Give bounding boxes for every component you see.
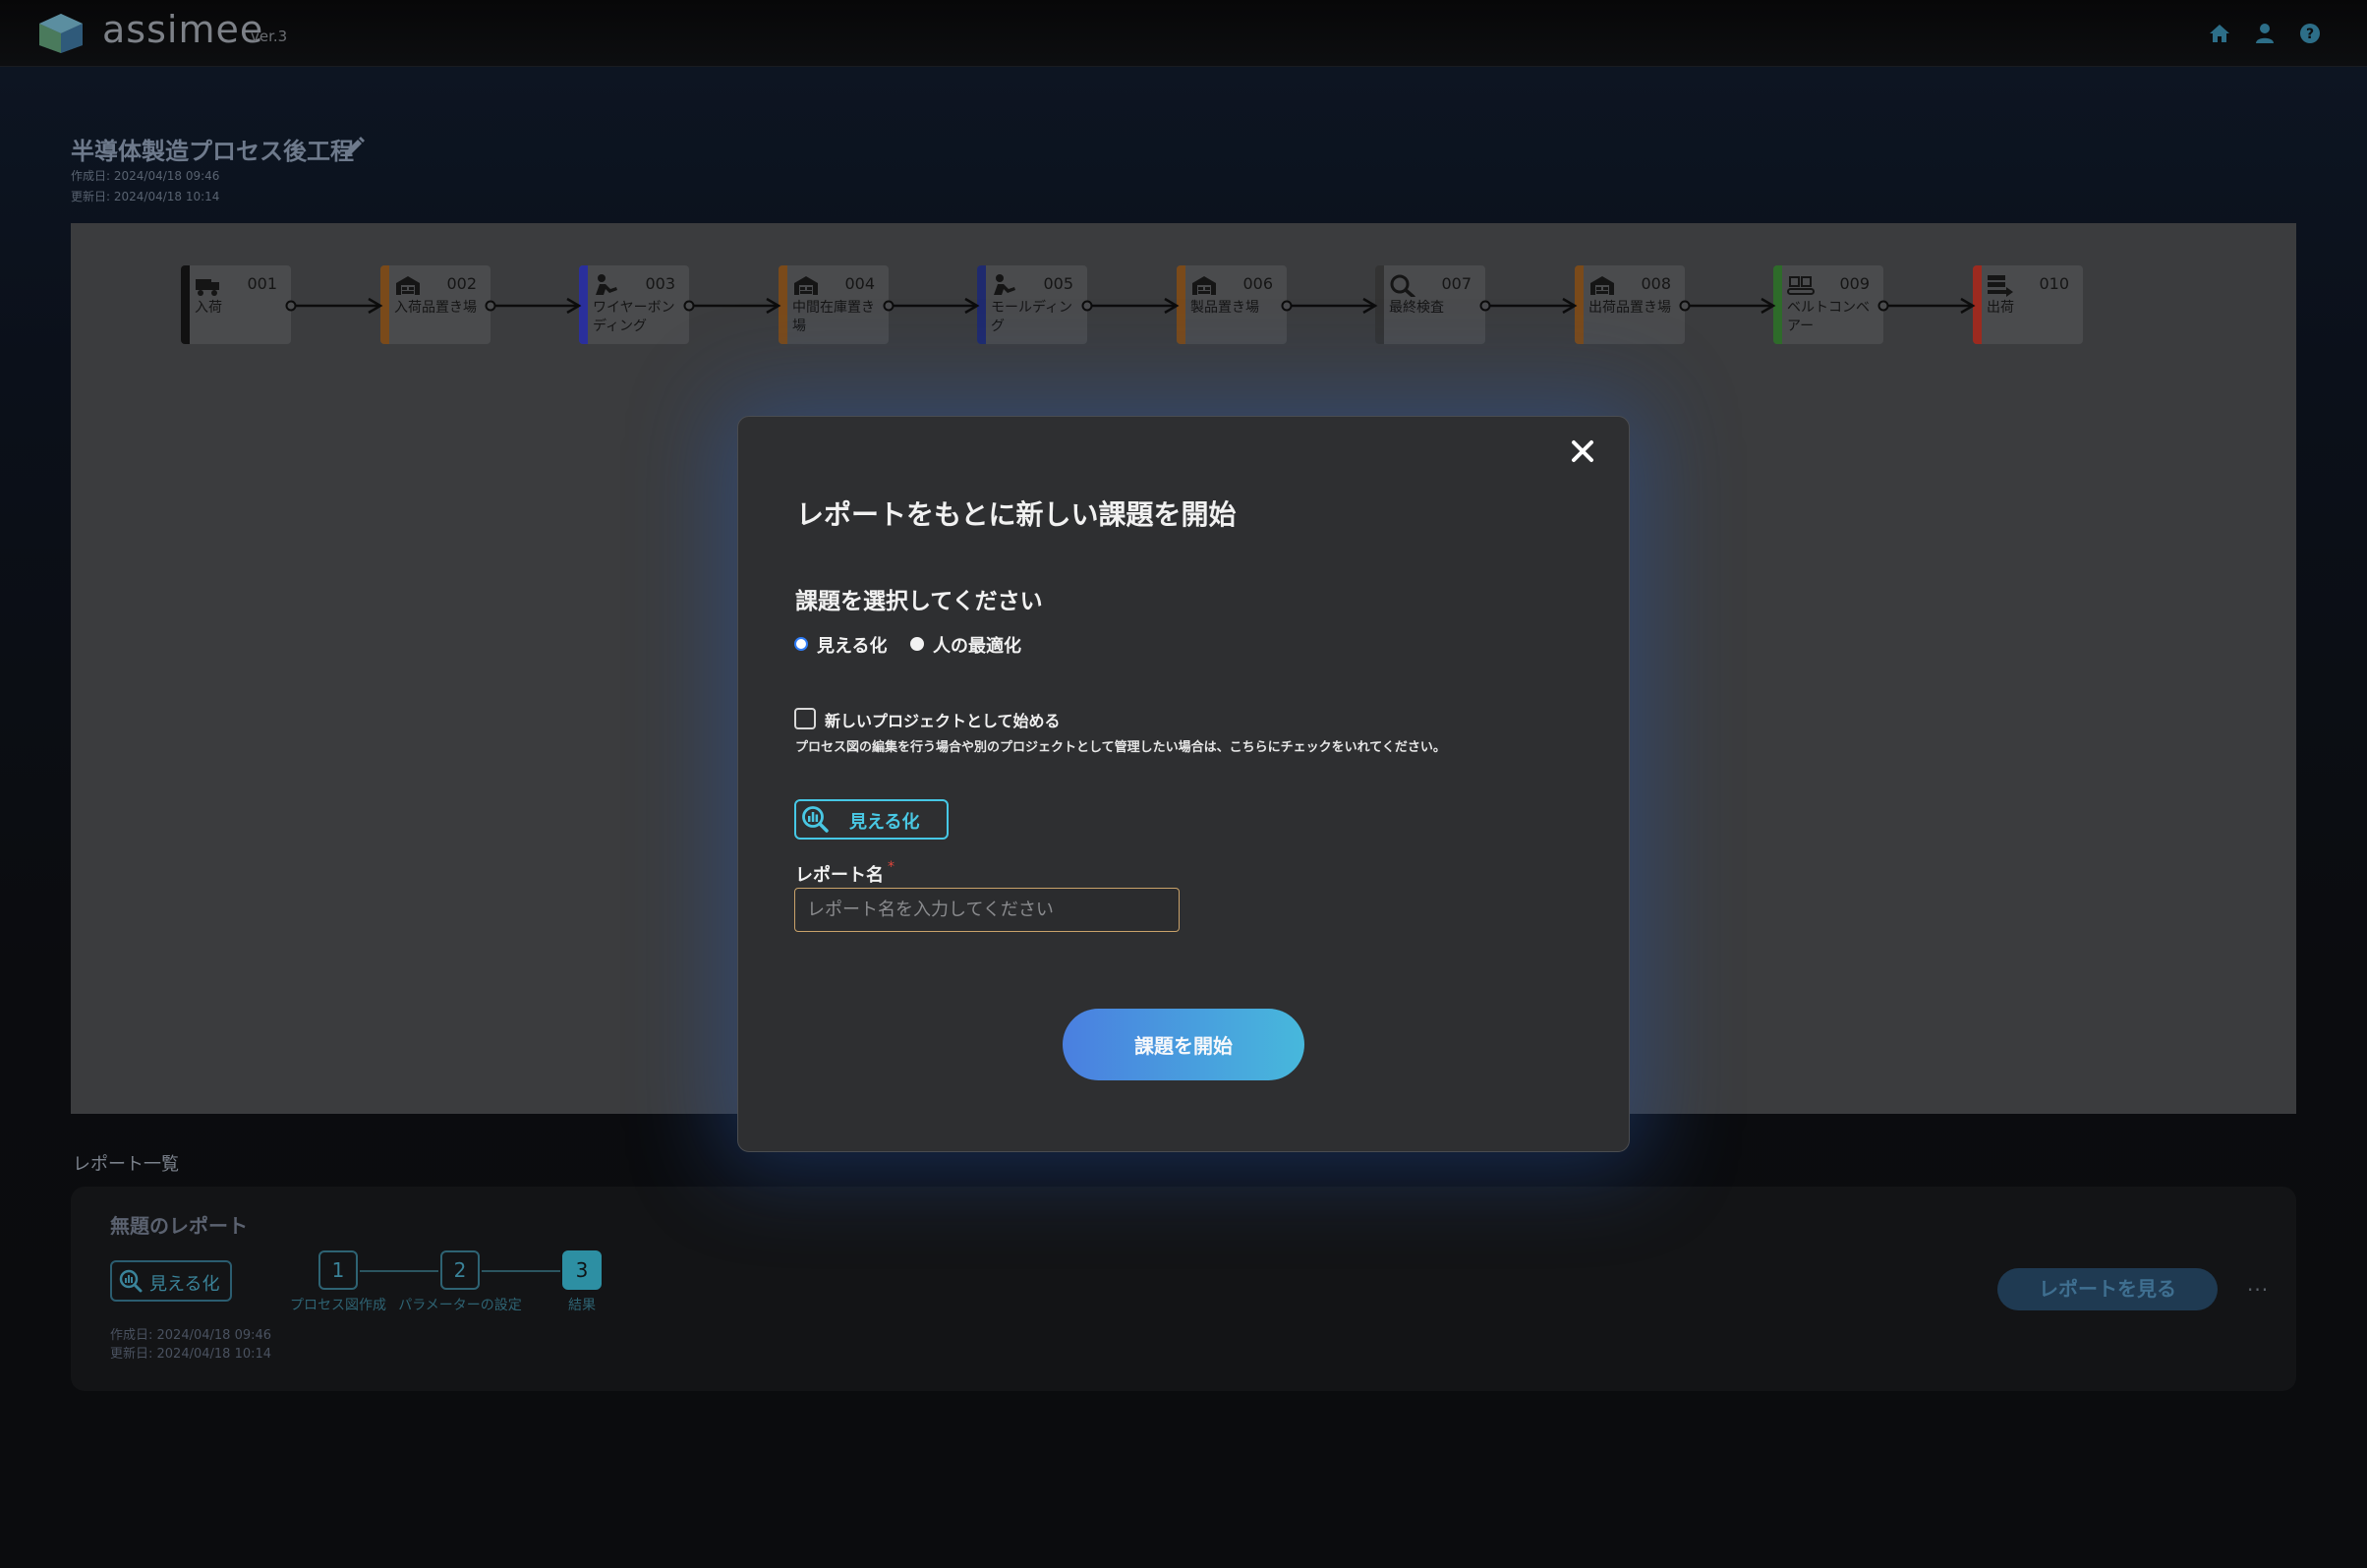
search-icon xyxy=(1390,274,1415,297)
report-name-input[interactable] xyxy=(794,888,1180,932)
edit-pencil-icon[interactable] xyxy=(342,136,366,159)
selected-task-tag-label: 見える化 xyxy=(849,812,920,833)
node-label: 最終検査 xyxy=(1389,300,1444,316)
report-name: 無題のレポート xyxy=(110,1214,248,1238)
node-id: 006 xyxy=(1242,274,1273,293)
modal-subtitle: 課題を選択してください xyxy=(795,589,1043,614)
step-1-badge[interactable]: 1 xyxy=(318,1250,358,1290)
node-id: 001 xyxy=(247,274,277,293)
help-icon[interactable]: ? xyxy=(2298,22,2322,45)
warehouse-icon xyxy=(1192,276,1216,295)
worker-icon xyxy=(596,274,617,295)
node-color-bar xyxy=(380,265,389,344)
step-connector xyxy=(360,1270,438,1272)
step-1-label: プロセス図作成 xyxy=(290,1298,386,1313)
more-options-button[interactable]: ··· xyxy=(2247,1278,2269,1302)
warehouse-icon xyxy=(794,276,818,295)
start-task-button[interactable]: 課題を開始 xyxy=(1063,1009,1304,1080)
svg-text:?: ? xyxy=(2306,27,2314,42)
project-updated-date: 更新日: 2024/04/18 10:14 xyxy=(71,190,220,203)
process-node-003[interactable]: 003 ワイヤーボンディング xyxy=(579,265,689,344)
node-label: 入荷 xyxy=(195,300,222,316)
node-color-bar xyxy=(779,265,787,344)
visualization-icon xyxy=(119,1269,143,1293)
new-project-checkbox-label[interactable]: 新しいプロジェクトとして始める xyxy=(825,708,1061,731)
process-node-001[interactable]: 001 入荷 xyxy=(181,265,291,344)
process-node-007[interactable]: 007 最終検査 xyxy=(1375,265,1485,344)
brand-name: assimee xyxy=(102,8,264,51)
step-2-label: パラメーターの設定 xyxy=(398,1298,522,1313)
node-color-bar xyxy=(1575,265,1584,344)
report-card xyxy=(71,1187,2296,1391)
visualization-icon xyxy=(802,806,829,833)
node-color-bar xyxy=(1375,265,1384,344)
report-created-date: 作成日: 2024/04/18 09:46 xyxy=(110,1328,272,1343)
step-connector xyxy=(482,1270,560,1272)
node-label: 製品置き場 xyxy=(1190,300,1259,316)
project-created-date: 作成日: 2024/04/18 09:46 xyxy=(71,169,220,183)
node-color-bar xyxy=(1773,265,1782,344)
process-node-005[interactable]: 005 モールディング xyxy=(977,265,1087,344)
node-id: 007 xyxy=(1441,274,1472,293)
node-label: ベルトコンベアー xyxy=(1787,300,1870,334)
step-3-badge[interactable]: 3 xyxy=(562,1250,602,1290)
node-id: 005 xyxy=(1043,274,1073,293)
report-tag-label: 見える化 xyxy=(149,1274,220,1295)
process-node-006[interactable]: 006 製品置き場 xyxy=(1177,265,1287,344)
warehouse-icon xyxy=(1590,276,1614,295)
node-id: 008 xyxy=(1641,274,1671,293)
node-id: 010 xyxy=(2039,274,2069,293)
node-label: ワイヤーボンディング xyxy=(593,300,675,334)
radio-visualization[interactable] xyxy=(794,637,808,651)
radio-human-optimization[interactable] xyxy=(910,637,924,651)
new-project-help-text: プロセス図の編集を行う場合や別のプロジェクトとして管理したい場合は、こちらにチェ… xyxy=(795,740,1446,755)
version-label: ver.3 xyxy=(251,28,288,45)
process-node-002[interactable]: 002 入荷品置き場 xyxy=(380,265,491,344)
required-mark: * xyxy=(888,859,895,875)
node-label: モールディング xyxy=(991,300,1073,334)
worker-icon xyxy=(994,274,1015,295)
radio-visualization-label[interactable]: 見える化 xyxy=(817,632,887,658)
node-color-bar xyxy=(1973,265,1982,344)
node-label: 中間在庫置き場 xyxy=(792,300,875,334)
new-project-checkbox[interactable] xyxy=(794,708,816,729)
process-node-010[interactable]: 010 出荷 xyxy=(1973,265,2083,344)
node-color-bar xyxy=(181,265,190,344)
radio-human-optimization-label[interactable]: 人の最適化 xyxy=(933,632,1021,658)
node-color-bar xyxy=(977,265,986,344)
step-3-label: 結果 xyxy=(568,1298,596,1313)
view-report-button[interactable]: レポートを見る xyxy=(1997,1268,2218,1310)
process-node-009[interactable]: 009 ベルトコンベアー xyxy=(1773,265,1883,344)
close-icon[interactable] xyxy=(1570,438,1595,464)
node-label: 入荷品置き場 xyxy=(394,300,477,316)
assimee-logo-icon xyxy=(39,14,83,53)
node-color-bar xyxy=(579,265,588,344)
process-node-008[interactable]: 008 出荷品置き場 xyxy=(1575,265,1685,344)
node-label: 出荷 xyxy=(1987,300,2014,316)
project-title: 半導体製造プロセス後工程 xyxy=(71,138,354,165)
warehouse-icon xyxy=(396,276,420,295)
node-label: 出荷品置き場 xyxy=(1588,300,1671,316)
truck-icon xyxy=(196,279,219,296)
step-2-badge[interactable]: 2 xyxy=(440,1250,480,1290)
modal-title: レポートをもとに新しい課題を開始 xyxy=(796,498,1237,531)
report-list-title: レポート一覧 xyxy=(73,1154,179,1175)
node-color-bar xyxy=(1177,265,1185,344)
node-id: 004 xyxy=(844,274,875,293)
node-id: 003 xyxy=(645,274,675,293)
top-bar: assimee ver.3 ? xyxy=(0,0,2367,67)
node-id: 002 xyxy=(446,274,477,293)
conveyor-icon xyxy=(1787,276,1815,295)
report-updated-date: 更新日: 2024/04/18 10:14 xyxy=(110,1347,272,1362)
user-icon[interactable] xyxy=(2253,22,2277,45)
home-icon[interactable] xyxy=(2208,22,2231,45)
report-name-field-label: レポート名 xyxy=(795,865,884,886)
node-id: 009 xyxy=(1839,274,1870,293)
process-node-004[interactable]: 004 中間在庫置き場 xyxy=(779,265,889,344)
shipping-icon xyxy=(1988,275,2013,297)
